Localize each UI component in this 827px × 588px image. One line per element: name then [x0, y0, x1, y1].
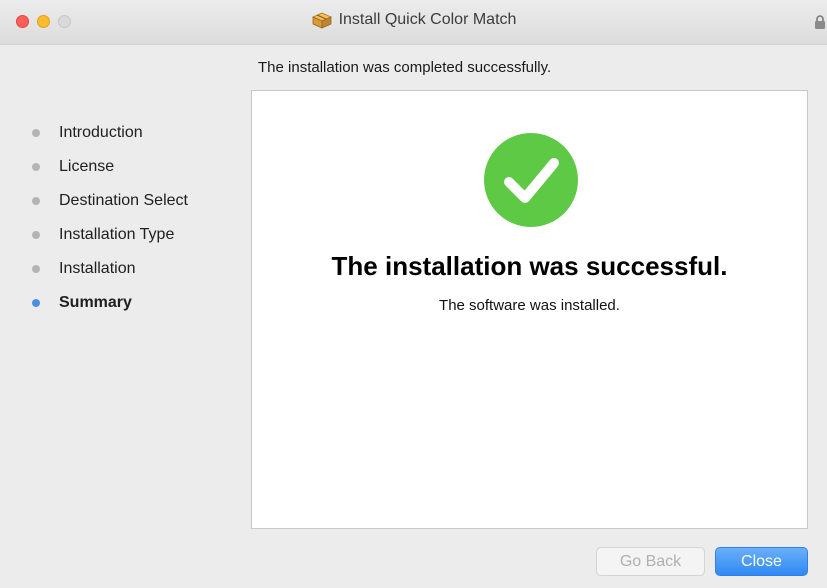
checkmark-circle-icon: [484, 133, 578, 227]
step-label: Destination Select: [59, 192, 188, 209]
step-active-bullet-icon: [32, 299, 40, 307]
step-installation-type: Installation Type: [32, 218, 188, 252]
lock-icon: [815, 15, 825, 29]
step-license: License: [32, 150, 188, 184]
step-label: License: [59, 158, 115, 175]
step-label: Introduction: [59, 124, 143, 141]
step-bullet-icon: [32, 265, 40, 273]
success-message: The software was installed.: [439, 297, 620, 314]
step-bullet-icon: [32, 231, 40, 239]
go-back-button[interactable]: Go Back: [596, 547, 705, 576]
close-button[interactable]: Close: [715, 547, 808, 576]
installer-window: Install Quick Color Match The installati…: [0, 0, 827, 588]
title-bar[interactable]: Install Quick Color Match: [0, 0, 827, 45]
page-subtitle: The installation was completed successfu…: [258, 59, 552, 76]
installer-steps: Introduction License Destination Select …: [32, 116, 188, 320]
step-destination-select: Destination Select: [32, 184, 188, 218]
step-introduction: Introduction: [32, 116, 188, 150]
step-summary: Summary: [32, 286, 188, 320]
package-icon: [311, 12, 332, 29]
step-label: Summary: [59, 294, 132, 311]
step-installation: Installation: [32, 252, 188, 286]
step-bullet-icon: [32, 129, 40, 137]
step-label: Installation: [59, 260, 136, 277]
success-heading: The installation was successful.: [331, 251, 728, 281]
step-bullet-icon: [32, 197, 40, 205]
window-title: Install Quick Color Match: [338, 11, 517, 28]
step-label: Installation Type: [59, 226, 175, 243]
content-panel: The installation was successful. The sof…: [251, 90, 808, 529]
step-bullet-icon: [32, 163, 40, 171]
